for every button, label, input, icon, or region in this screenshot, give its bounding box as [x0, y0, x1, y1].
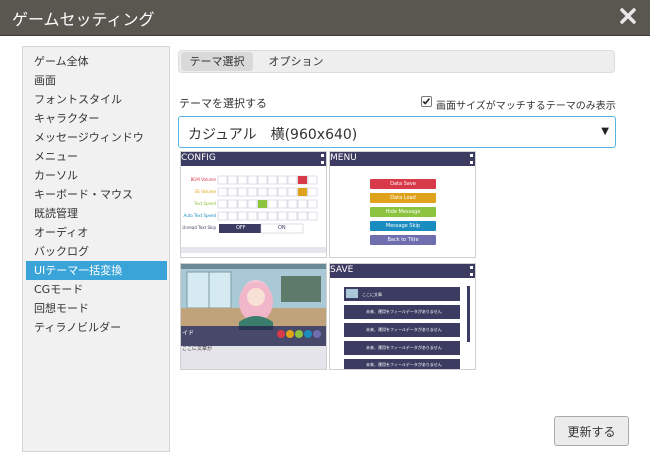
match-size-label: 画面サイズがマッチするテーマのみ表示: [436, 101, 616, 112]
preview-header: MENU: [330, 152, 475, 166]
close-icon[interactable]: [620, 8, 636, 24]
menu-button: Data Save: [370, 179, 436, 189]
theme-select-value: カジュアル 横(960x640): [188, 127, 358, 143]
sidebar-item-tyrano-builder[interactable]: ティラノビルダー: [26, 318, 167, 337]
sidebar-item-font-style[interactable]: フォントスタイル: [26, 90, 167, 109]
save-slot-text: 未来、運用をフィールデータがありません: [366, 362, 442, 367]
checkmark-icon: [422, 98, 430, 105]
game-scene-art: [181, 264, 326, 369]
title-bar: ゲームセッティング: [0, 0, 650, 36]
tab-bar: テーマ選択 オプション: [178, 50, 615, 73]
game-side-text: イド: [182, 330, 195, 337]
sidebar-item-screen[interactable]: 画面: [26, 71, 167, 90]
sidebar-item-recollection-mode[interactable]: 回想モード: [26, 299, 167, 318]
sidebar-item-keyboard-mouse[interactable]: キーボード・マウス: [26, 185, 167, 204]
menu-dots-icon: [321, 154, 324, 164]
save-slot: 未来、運用をフィールデータがありません: [344, 305, 460, 319]
save-slot-text: 未来、運用をフィールデータがありません: [366, 345, 442, 350]
theme-preview-save[interactable]: SAVE ここに文章 未来、運用をフィールデータがありません 未来、運用をフィー…: [329, 263, 476, 370]
settings-sidebar: ゲーム全体 画面 フォントスタイル キャラクター メッセージウィンドウ メニュー…: [22, 46, 170, 452]
config-row-label: SE Volume: [194, 189, 216, 194]
sidebar-item-game[interactable]: ゲーム全体: [26, 52, 167, 71]
match-size-checkbox[interactable]: [421, 96, 432, 107]
save-slot-text: 未来、運用をフィールデータがありません: [366, 327, 442, 332]
menu-dots-icon: [470, 266, 473, 276]
save-slot: 未来、運用をフィールデータがありません: [344, 323, 460, 337]
preview-header-title: CONFIG: [181, 153, 216, 163]
theme-select[interactable]: カジュアル 横(960x640) ▼: [178, 116, 616, 148]
config-on-label: ON: [278, 225, 286, 231]
config-row-label: Unread Text Skip: [182, 225, 216, 230]
sidebar-item-read-management[interactable]: 既読管理: [26, 204, 167, 223]
theme-preview-config[interactable]: CONFIG BGM Volume SE Volume Text Speed A…: [180, 151, 327, 258]
tab-theme-select[interactable]: テーマ選択: [181, 52, 253, 71]
preview-header-title: SAVE: [330, 265, 354, 275]
config-row-label: BGM Volume: [190, 177, 216, 182]
theme-select-label: テーマを選択する: [179, 97, 267, 110]
theme-preview-game[interactable]: イド ここに文章が: [180, 263, 327, 370]
menu-button: Hide Message: [370, 207, 436, 217]
sidebar-list: ゲーム全体 画面 フォントスタイル キャラクター メッセージウィンドウ メニュー…: [23, 47, 169, 337]
menu-button: Message Skip: [370, 221, 436, 231]
game-message-text: ここに文章が: [182, 346, 213, 352]
sidebar-item-menu[interactable]: メニュー: [26, 147, 167, 166]
sidebar-item-audio[interactable]: オーディオ: [26, 223, 167, 242]
save-slot: 未来、運用をフィールデータがありません: [344, 341, 460, 355]
save-slot: 未来、運用をフィールデータがありません: [344, 359, 460, 369]
menu-button: Back to Title: [370, 235, 436, 245]
preview-header: SAVE: [330, 264, 475, 278]
window-title: ゲームセッティング: [12, 10, 155, 29]
refresh-button[interactable]: 更新する: [554, 416, 629, 446]
sidebar-item-message-window[interactable]: メッセージウィンドウ: [26, 128, 167, 147]
save-slot: ここに文章: [344, 287, 460, 301]
config-row-label: Text Speed: [194, 201, 216, 206]
tab-options[interactable]: オプション: [259, 52, 333, 71]
config-off-label: OFF: [236, 225, 246, 231]
preview-header-title: MENU: [330, 153, 357, 163]
menu-dots-icon: [470, 154, 473, 164]
save-slot-text: 未来、運用をフィールデータがありません: [366, 309, 442, 314]
sidebar-item-cg-mode[interactable]: CGモード: [26, 280, 167, 299]
theme-preview-menu[interactable]: MENU Data Save Data Load Hide Message Me…: [329, 151, 476, 258]
save-slot-thumbnail: [346, 289, 358, 298]
sidebar-item-ui-theme[interactable]: UIテーマ一括変換: [26, 261, 167, 280]
save-scrollbar: [467, 286, 470, 342]
menu-button: Data Load: [370, 193, 436, 203]
sidebar-item-character[interactable]: キャラクター: [26, 109, 167, 128]
sidebar-item-cursor[interactable]: カーソル: [26, 166, 167, 185]
save-slot-text: ここに文章: [362, 292, 382, 297]
dropdown-arrow-icon: ▼: [601, 126, 609, 137]
preview-header: CONFIG: [181, 152, 326, 166]
config-row-label: Auto Text Speed: [183, 213, 216, 218]
sidebar-item-backlog[interactable]: バックログ: [26, 242, 167, 261]
